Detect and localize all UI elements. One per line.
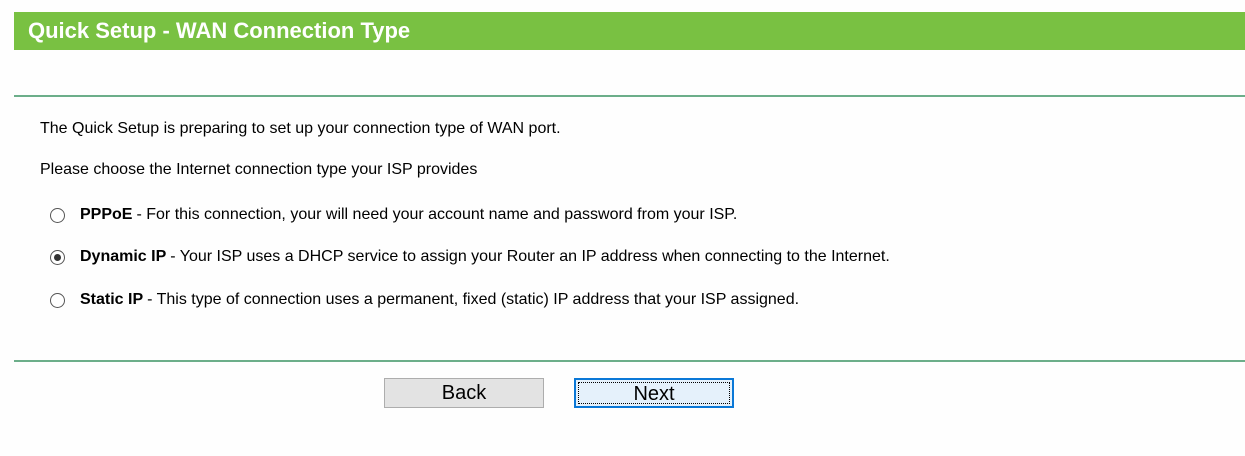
option-dynamic-ip[interactable]: Dynamic IP - Your ISP uses a DHCP servic…	[50, 245, 890, 269]
back-button-label: Back	[441, 382, 487, 404]
radio-static-ip[interactable]	[50, 292, 65, 308]
intro-text: The Quick Setup is preparing to set up y…	[40, 120, 561, 137]
next-button[interactable]: Next	[574, 378, 734, 408]
page-title: Quick Setup - WAN Connection Type	[28, 18, 411, 43]
radio-pppoe[interactable]	[50, 207, 65, 223]
option-static-ip[interactable]: Static IP - This type of connection uses…	[50, 288, 799, 312]
bottom-divider	[14, 360, 1245, 362]
radio-dynamic-ip[interactable]	[50, 249, 65, 265]
back-button[interactable]: Back	[384, 378, 544, 408]
next-button-label: Next	[633, 383, 675, 405]
option-dynamic-ip-description: - Your ISP uses a DHCP service to assign…	[170, 248, 890, 265]
option-static-ip-name: Static IP	[80, 291, 144, 308]
option-pppoe-description: - For this connection, your will need yo…	[136, 206, 738, 223]
page-title-bar: Quick Setup - WAN Connection Type	[14, 12, 1245, 50]
instruction-text: Please choose the Internet connection ty…	[40, 161, 478, 178]
option-pppoe-name: PPPoE	[80, 206, 133, 223]
option-static-ip-description: - This type of connection uses a permane…	[147, 291, 800, 308]
option-pppoe[interactable]: PPPoE - For this connection, your will n…	[50, 203, 737, 227]
option-dynamic-ip-name: Dynamic IP	[80, 248, 167, 265]
top-divider	[14, 95, 1245, 97]
